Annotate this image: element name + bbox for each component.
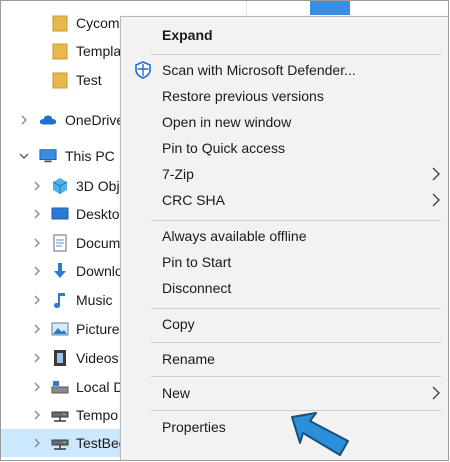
documents-icon	[51, 234, 69, 252]
menu-item-restore-previous-versions[interactable]: Restore previous versions	[121, 84, 448, 108]
menu-separator	[151, 54, 441, 55]
chevron-right-icon[interactable]	[31, 408, 43, 422]
menu-item-label: 7-Zip	[162, 166, 194, 182]
nav-tree-label: 3D Obj	[76, 178, 120, 194]
chevron-down-icon[interactable]	[18, 149, 30, 163]
nav-tree-label: Test	[76, 72, 102, 88]
nav-tree-label: Templa	[76, 43, 122, 59]
nav-tree-label: Local D	[76, 379, 124, 395]
network-drive-icon	[51, 434, 69, 452]
onedrive-cloud-icon	[39, 111, 57, 129]
folder-icon	[51, 14, 69, 32]
menu-item-label: Disconnect	[162, 280, 232, 296]
menu-item-pin-to-start[interactable]: Pin to Start	[121, 250, 448, 274]
explorer-window: Cycom Templa Test OneDrive This PC 3D Obj Desk…	[0, 0, 449, 461]
menu-item-label: New	[162, 385, 191, 401]
menu-item-label: CRC SHA	[162, 192, 226, 208]
submenu-arrow-icon	[431, 193, 441, 210]
pointer-arrow-icon	[288, 409, 352, 460]
nav-tree-label: Downlo	[76, 263, 123, 279]
menu-item-label: Rename	[162, 351, 215, 367]
nav-tree-label: Tempo	[76, 407, 119, 423]
music-icon	[51, 291, 69, 309]
pictures-icon	[51, 320, 69, 338]
nav-tree-label: Docum	[76, 235, 121, 251]
menu-item-label: Pin to Start	[162, 254, 232, 270]
menu-item-label: Scan with Microsoft Defender...	[162, 62, 356, 78]
chevron-right-icon[interactable]	[31, 179, 43, 193]
chevron-right-icon[interactable]	[31, 322, 43, 336]
desktop-icon	[51, 205, 69, 223]
menu-item-label: Copy	[162, 316, 195, 332]
menu-item-label: Restore previous versions	[162, 88, 324, 104]
menu-item-7-zip[interactable]: 7-Zip	[121, 162, 448, 186]
downloads-icon	[51, 262, 69, 280]
menu-item-rename[interactable]: Rename	[121, 347, 448, 371]
nav-tree-label: Videos	[76, 350, 119, 366]
context-menu: Expand Scan with Microsoft Defender... Res…	[120, 16, 448, 460]
menu-item-pin-to-quick-access[interactable]: Pin to Quick access	[121, 136, 448, 160]
menu-item-label: Expand	[162, 27, 213, 43]
nav-tree-label: Deskto	[76, 206, 120, 222]
chevron-right-icon[interactable]	[31, 264, 43, 278]
menu-separator	[151, 376, 441, 377]
submenu-arrow-icon	[431, 386, 441, 403]
menu-item-label: Open in new window	[162, 114, 292, 130]
folder-icon	[51, 42, 69, 60]
chevron-right-icon[interactable]	[31, 207, 43, 221]
chevron-right-icon[interactable]	[31, 351, 43, 365]
menu-item-expand[interactable]: Expand	[121, 23, 448, 47]
menu-separator	[151, 342, 441, 343]
nav-tree-label: Music	[76, 292, 113, 308]
local-disk-icon	[51, 378, 69, 396]
chevron-right-icon[interactable]	[18, 113, 30, 127]
chevron-right-icon[interactable]	[31, 436, 43, 450]
menu-item-properties[interactable]: Properties	[121, 415, 448, 439]
menu-item-disconnect[interactable]: Disconnect	[121, 276, 448, 300]
menu-item-crc-sha[interactable]: CRC SHA	[121, 188, 448, 212]
chevron-right-icon[interactable]	[31, 236, 43, 250]
microsoft-defender-icon	[134, 61, 152, 79]
menu-item-label: Pin to Quick access	[162, 140, 285, 156]
menu-separator	[151, 220, 441, 221]
nav-tree-label: This PC	[65, 148, 115, 164]
3d-objects-icon	[51, 177, 69, 195]
menu-item-new[interactable]: New	[121, 381, 448, 405]
menu-item-always-available-offline[interactable]: Always available offline	[121, 224, 448, 248]
menu-item-copy[interactable]: Copy	[121, 312, 448, 336]
menu-item-scan-with-microsoft-defender[interactable]: Scan with Microsoft Defender...	[121, 58, 448, 82]
nav-tree-label: Cycom	[76, 15, 120, 31]
network-drive-icon	[51, 406, 69, 424]
nav-tree-label: OneDrive	[65, 112, 125, 128]
videos-icon	[51, 349, 69, 367]
folder-thumbnail	[310, 1, 350, 15]
folder-icon	[51, 71, 69, 89]
menu-item-open-in-new-window[interactable]: Open in new window	[121, 110, 448, 134]
menu-item-label: Properties	[162, 419, 226, 435]
chevron-right-icon[interactable]	[31, 380, 43, 394]
chevron-right-icon[interactable]	[31, 293, 43, 307]
this-pc-icon	[39, 147, 57, 165]
menu-item-label: Always available offline	[162, 228, 307, 244]
submenu-arrow-icon	[431, 167, 441, 184]
menu-separator	[151, 308, 441, 309]
nav-tree-label: Picture	[76, 321, 120, 337]
